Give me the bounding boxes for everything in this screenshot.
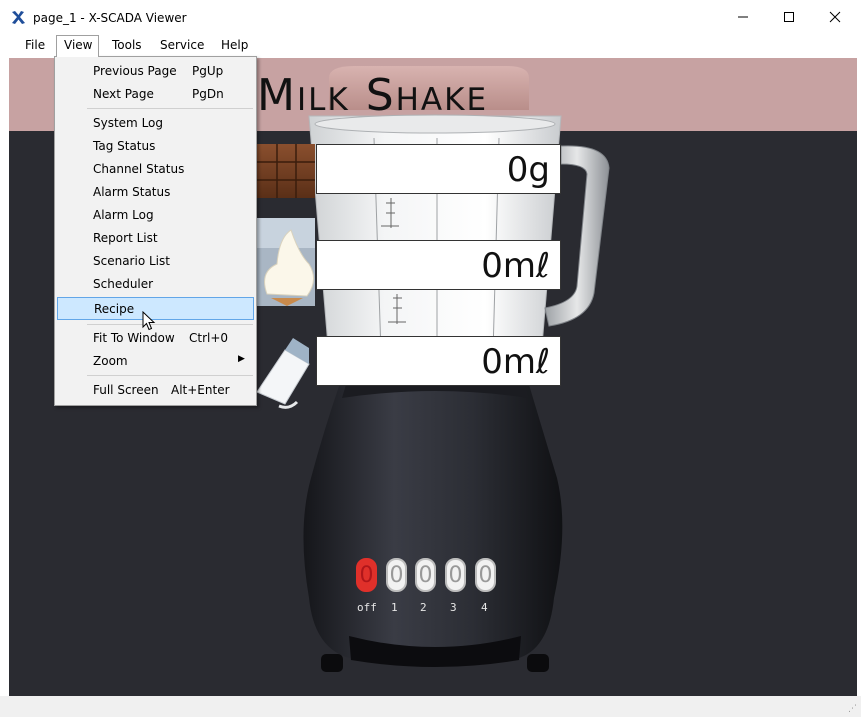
close-icon: [829, 11, 841, 23]
menu-file[interactable]: File: [25, 37, 45, 55]
menu-item-next-page[interactable]: Next Page PgDn: [56, 83, 255, 106]
milk-amount-display: 0mℓ: [316, 336, 561, 386]
speed-button-off[interactable]: 0: [356, 558, 377, 592]
speed-button-2[interactable]: 0: [415, 558, 436, 592]
menu-separator: [87, 108, 253, 109]
menu-tools[interactable]: Tools: [112, 37, 142, 55]
menu-item-full-screen[interactable]: Full Screen Alt+Enter: [56, 379, 255, 402]
status-bar: ⋰: [0, 696, 861, 717]
minimize-button[interactable]: [720, 0, 766, 34]
speed-button-4[interactable]: 0: [475, 558, 496, 592]
speed-label-off: off: [357, 601, 377, 614]
menu-service[interactable]: Service: [160, 37, 204, 55]
menu-item-alarm-log[interactable]: Alarm Log: [56, 204, 255, 227]
menu-item-tag-status[interactable]: Tag Status: [56, 135, 255, 158]
speed-button-3[interactable]: 0: [445, 558, 466, 592]
menu-bar: File View Tools Service Help: [0, 34, 861, 57]
menu-separator: [87, 375, 253, 376]
menu-item-zoom[interactable]: Zoom ▶: [56, 350, 255, 373]
minimize-icon: [738, 16, 748, 18]
title-bar: page_1 - X-SCADA Viewer: [0, 0, 861, 34]
maximize-button[interactable]: [766, 0, 812, 34]
speed-label-3: 3: [450, 601, 457, 614]
speed-label-2: 2: [420, 601, 427, 614]
menu-item-alarm-status[interactable]: Alarm Status: [56, 181, 255, 204]
page-title: Milk Shake: [257, 70, 489, 121]
menu-help[interactable]: Help: [221, 37, 248, 55]
ice-cream-image: [257, 218, 315, 306]
menu-item-previous-page[interactable]: Previous Page PgUp: [56, 60, 255, 83]
window-title: page_1 - X-SCADA Viewer: [33, 11, 187, 25]
mouse-pointer-icon: [142, 311, 156, 331]
blender-base: [303, 358, 563, 658]
submenu-arrow-icon: ▶: [238, 354, 245, 364]
speed-label-4: 4: [481, 601, 488, 614]
menu-item-system-log[interactable]: System Log: [56, 112, 255, 135]
resize-grip-icon[interactable]: ⋰: [848, 704, 857, 714]
view-menu-dropdown: Previous Page PgUp Next Page PgDn System…: [54, 56, 257, 406]
ice-cream-amount-display: 0mℓ: [316, 240, 561, 290]
speed-label-1: 1: [391, 601, 398, 614]
chocolate-image: [257, 144, 315, 198]
menu-item-scheduler[interactable]: Scheduler: [56, 273, 255, 296]
menu-item-scenario-list[interactable]: Scenario List: [56, 250, 255, 273]
menu-item-channel-status[interactable]: Channel Status: [56, 158, 255, 181]
milk-bottle-image: [256, 338, 310, 409]
chocolate-amount-display: 0g: [316, 144, 561, 194]
maximize-icon: [784, 12, 794, 22]
x-scada-logo-icon: [12, 11, 25, 24]
menu-separator: [87, 324, 253, 325]
speed-button-1[interactable]: 0: [386, 558, 407, 592]
menu-view[interactable]: View: [56, 35, 99, 57]
menu-item-report-list[interactable]: Report List: [56, 227, 255, 250]
close-button[interactable]: [812, 0, 858, 34]
